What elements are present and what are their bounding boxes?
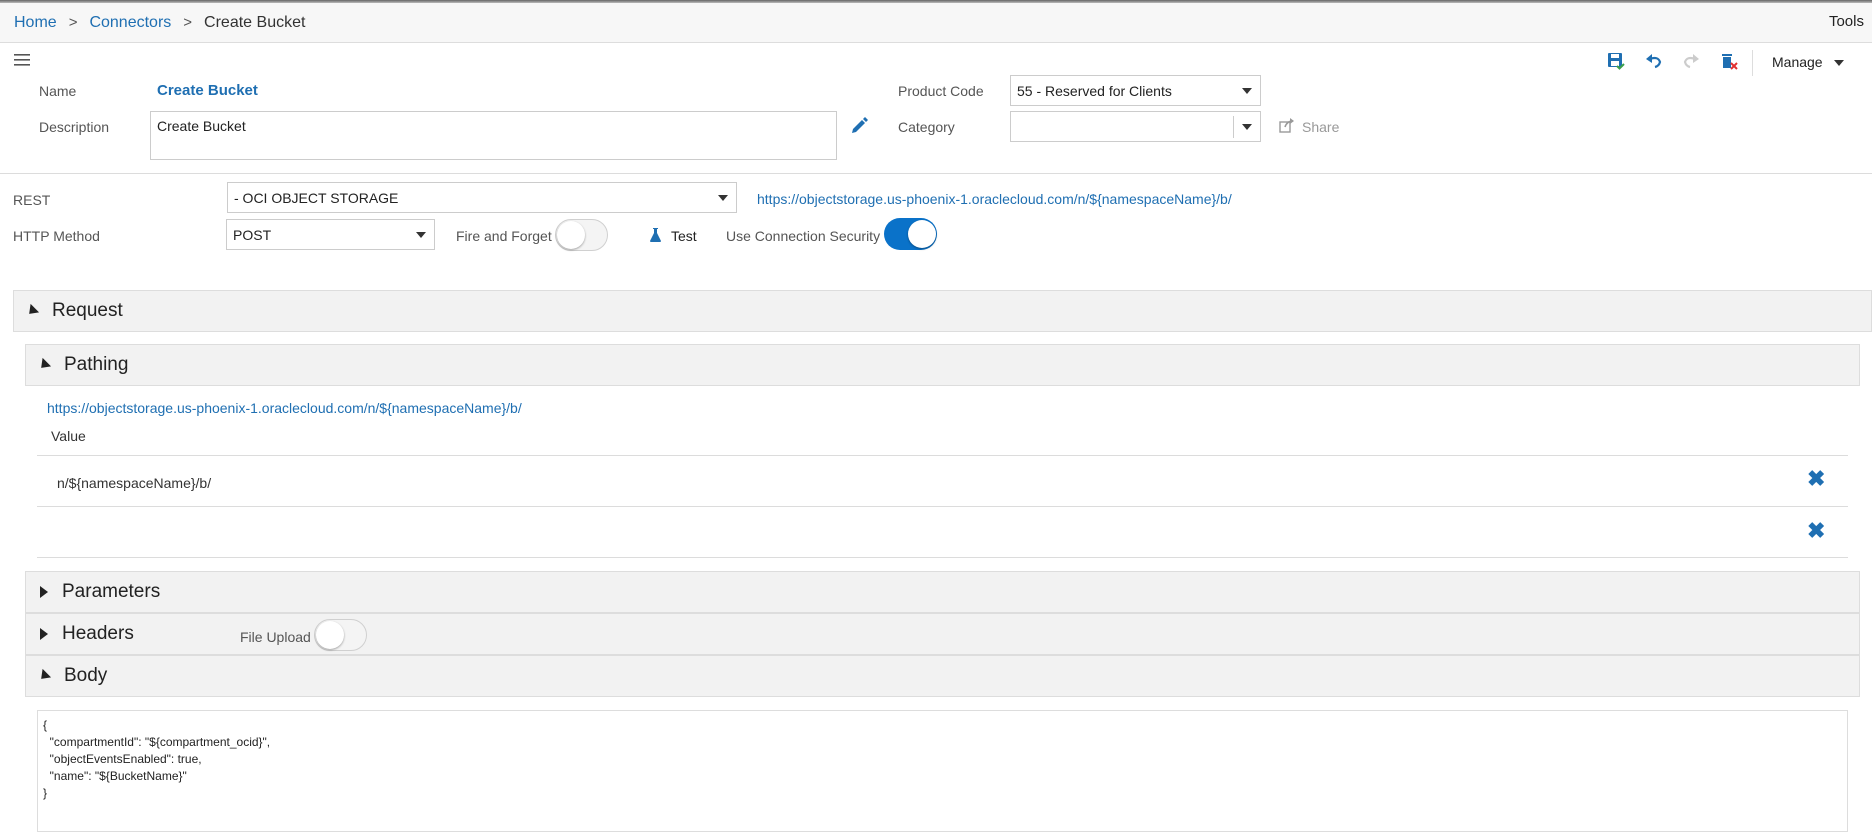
description-value: Create Bucket xyxy=(157,118,246,134)
name-label: Name xyxy=(39,83,77,99)
http-method-select[interactable]: POST xyxy=(226,219,435,250)
rest-label: REST xyxy=(13,192,51,208)
chevron-down-icon xyxy=(718,194,728,201)
description-field[interactable]: Create Bucket xyxy=(150,111,837,160)
headers-title: Headers xyxy=(62,623,134,644)
chevron-down-icon xyxy=(416,231,426,238)
redo-icon[interactable] xyxy=(1682,53,1700,72)
file-upload-label: File Upload xyxy=(240,629,311,645)
request-section-header[interactable]: Request xyxy=(13,290,1872,332)
chevron-down-icon xyxy=(1834,60,1845,67)
breadcrumb-home[interactable]: Home xyxy=(14,14,57,32)
product-code-label: Product Code xyxy=(898,83,984,99)
breadcrumb-separator: > xyxy=(68,14,78,31)
share-label[interactable]: Share xyxy=(1302,119,1339,135)
manage-label: Manage xyxy=(1772,54,1823,70)
parameters-title: Parameters xyxy=(62,581,161,602)
use-connection-security-toggle[interactable] xyxy=(884,218,937,250)
rest-url-link[interactable]: https://objectstorage.us-phoenix-1.oracl… xyxy=(757,191,1232,207)
value-column-header: Value xyxy=(51,428,86,444)
collapse-icon xyxy=(24,303,40,319)
breadcrumb-connectors[interactable]: Connectors xyxy=(89,14,171,32)
divider xyxy=(0,173,1872,174)
flask-icon xyxy=(649,227,662,246)
pencil-icon[interactable] xyxy=(851,116,869,137)
rest-value: - OCI OBJECT STORAGE xyxy=(234,190,399,206)
row-divider xyxy=(37,455,1848,456)
product-code-select[interactable]: 55 - Reserved for Clients xyxy=(1010,75,1261,106)
body-section-header[interactable]: Body xyxy=(25,655,1860,697)
http-method-label: HTTP Method xyxy=(13,228,100,244)
path-value-row-1[interactable]: n/${namespaceName}/b/ xyxy=(57,475,211,491)
fire-and-forget-label: Fire and Forget xyxy=(456,228,552,244)
row-divider xyxy=(37,506,1848,507)
row-divider xyxy=(37,557,1848,558)
share-icon[interactable] xyxy=(1279,118,1295,136)
expand-icon xyxy=(40,586,48,598)
rest-select[interactable]: - OCI OBJECT STORAGE xyxy=(227,182,737,213)
toolbar-divider xyxy=(1752,50,1753,76)
category-select[interactable] xyxy=(1010,111,1261,142)
expand-icon xyxy=(40,628,48,640)
tools-menu[interactable]: Tools xyxy=(1829,13,1864,30)
body-editor[interactable]: { "compartmentId": "${compartment_ocid}"… xyxy=(37,710,1848,832)
chevron-down-icon xyxy=(1242,87,1252,94)
undo-icon[interactable] xyxy=(1645,53,1663,72)
request-title: Request xyxy=(52,300,123,321)
file-upload-toggle[interactable] xyxy=(314,619,367,651)
collapse-icon xyxy=(36,357,52,373)
http-method-value: POST xyxy=(233,227,272,243)
breadcrumb-current: Create Bucket xyxy=(204,13,306,31)
close-icon[interactable]: ✖ xyxy=(1807,466,1825,492)
name-value[interactable]: Create Bucket xyxy=(157,82,258,99)
category-label: Category xyxy=(898,119,955,135)
delete-icon[interactable] xyxy=(1720,52,1738,73)
test-button[interactable]: Test xyxy=(671,228,697,244)
breadcrumb: Home > Connectors > Create Bucket Tools xyxy=(0,3,1872,43)
body-title: Body xyxy=(64,665,108,686)
collapse-icon xyxy=(36,668,52,684)
product-code-value: 55 - Reserved for Clients xyxy=(1017,83,1172,99)
hamburger-icon[interactable] xyxy=(14,53,30,69)
pathing-title: Pathing xyxy=(64,354,129,375)
fire-and-forget-toggle[interactable] xyxy=(555,219,608,251)
use-connection-security-label: Use Connection Security xyxy=(726,228,881,244)
parameters-section-header[interactable]: Parameters xyxy=(25,571,1860,613)
save-icon[interactable] xyxy=(1607,52,1625,73)
description-label: Description xyxy=(39,119,110,135)
category-divider xyxy=(1233,116,1234,138)
pathing-section-header[interactable]: Pathing xyxy=(25,344,1860,386)
pathing-url-link[interactable]: https://objectstorage.us-phoenix-1.oracl… xyxy=(47,400,522,416)
manage-button[interactable]: Manage xyxy=(1772,54,1845,70)
close-icon[interactable]: ✖ xyxy=(1807,518,1825,544)
chevron-down-icon xyxy=(1242,123,1252,130)
breadcrumb-separator: > xyxy=(183,14,193,31)
